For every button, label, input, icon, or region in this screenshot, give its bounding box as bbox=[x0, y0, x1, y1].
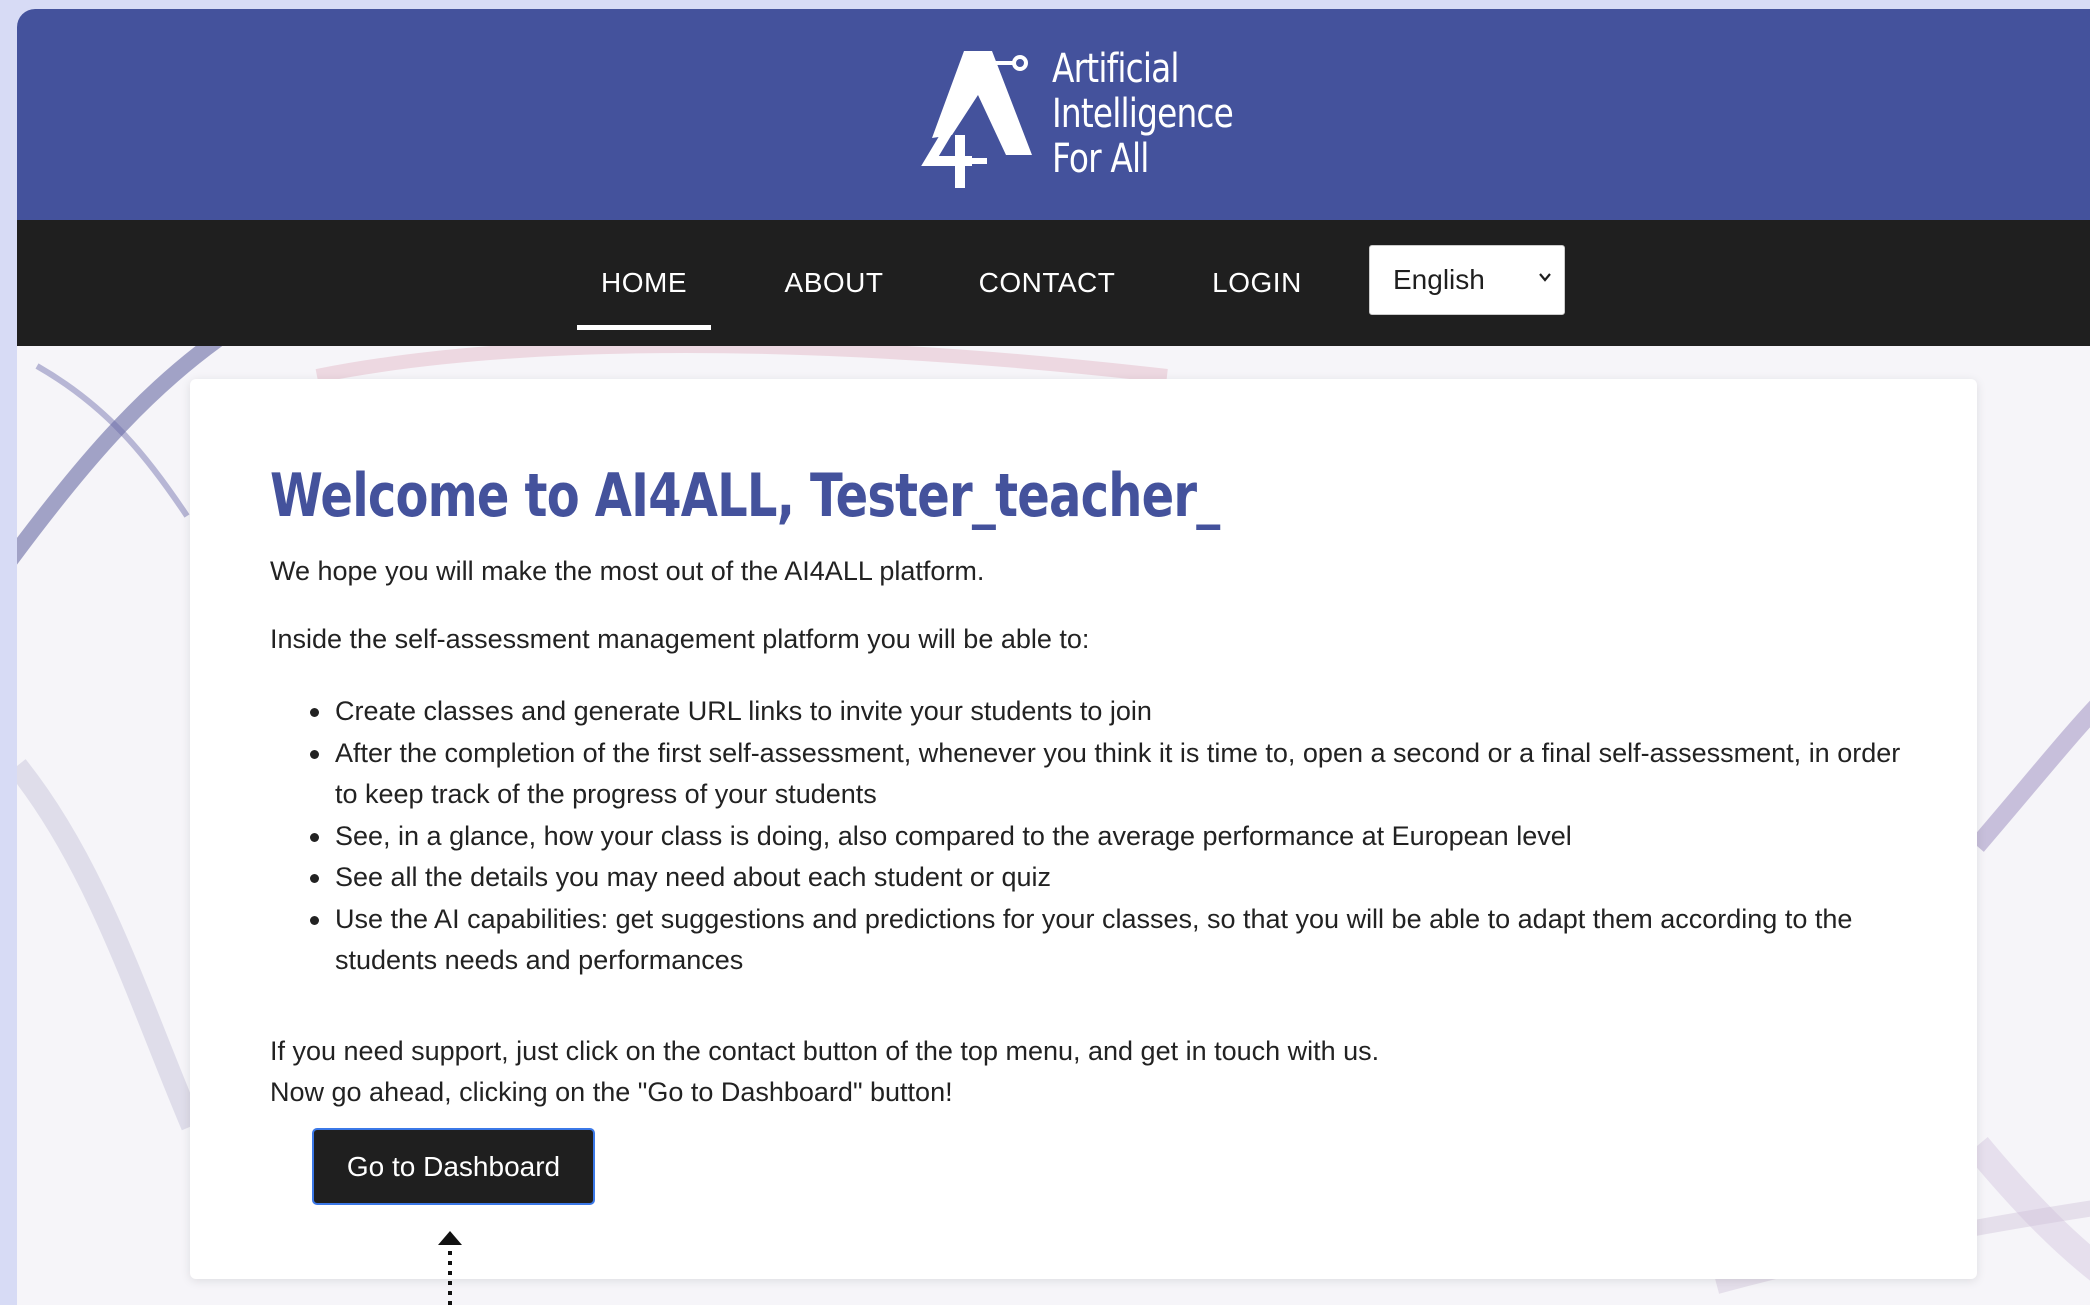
go-to-dashboard-button[interactable]: Go to Dashboard bbox=[312, 1128, 595, 1205]
top-nav: HOME ABOUT CONTACT LOGIN English bbox=[17, 220, 2090, 346]
logo-line-3: For All bbox=[1052, 136, 1149, 182]
feature-list: Create classes and generate URL links to… bbox=[270, 691, 1910, 982]
lead-text: Inside the self-assessment management pl… bbox=[270, 624, 1090, 654]
logo-line-2: Intelligence bbox=[1052, 91, 1234, 137]
cta-text: Now go ahead, clicking on the "Go to Das… bbox=[270, 1077, 953, 1107]
site-logo[interactable]: Artificial Intelligence For All bbox=[912, 43, 1252, 193]
arrow-up-icon bbox=[438, 1231, 462, 1305]
page-title: Welcome to AI4ALL, Tester_teacher_ bbox=[270, 461, 1220, 531]
nav-login[interactable]: LOGIN bbox=[1207, 220, 1307, 346]
app-window: Artificial Intelligence For All HOME ABO… bbox=[17, 9, 2090, 1305]
language-select[interactable]: English bbox=[1369, 245, 1565, 315]
welcome-card: Welcome to AI4ALL, Tester_teacher_ We ho… bbox=[190, 379, 1977, 1279]
site-header: Artificial Intelligence For All bbox=[17, 9, 2090, 220]
nav-about[interactable]: ABOUT bbox=[777, 220, 891, 346]
nav-home[interactable]: HOME bbox=[577, 220, 711, 346]
chevron-down-icon bbox=[1539, 273, 1551, 282]
logo-line-1: Artificial bbox=[1052, 46, 1180, 92]
logo-wordmark: Artificial Intelligence For All bbox=[1052, 46, 1234, 182]
list-item: Create classes and generate URL links to… bbox=[270, 691, 1910, 733]
language-selected: English bbox=[1393, 264, 1485, 295]
list-item: See, in a glance, how your class is doin… bbox=[270, 816, 1910, 858]
list-item: See all the details you may need about e… bbox=[270, 857, 1910, 899]
support-text: If you need support, just click on the c… bbox=[270, 1036, 1380, 1066]
intro-text: We hope you will make the most out of th… bbox=[270, 556, 985, 586]
list-item: After the completion of the first self-a… bbox=[270, 733, 1910, 816]
list-item: Use the AI capabilities: get suggestions… bbox=[270, 899, 1910, 982]
nav-contact[interactable]: CONTACT bbox=[977, 220, 1117, 346]
ai4all-logo-icon bbox=[921, 51, 1032, 188]
